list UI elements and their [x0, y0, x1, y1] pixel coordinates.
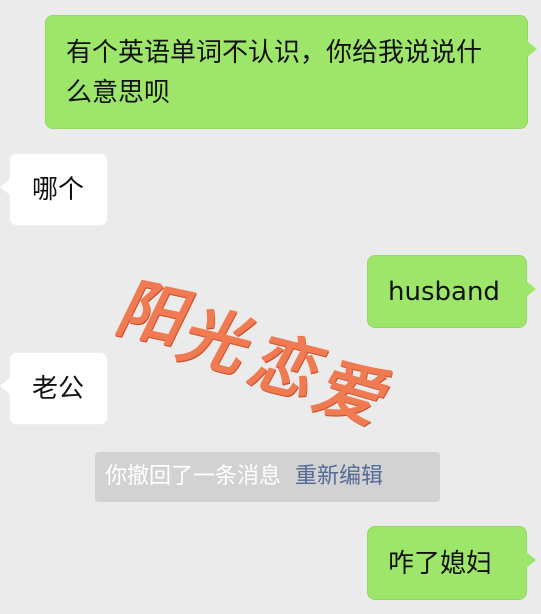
- recall-notice: 你撤回了一条消息 重新编辑: [95, 452, 440, 502]
- message-text: 老公: [32, 374, 85, 404]
- incoming-message-bubble[interactable]: 老公: [0, 352, 108, 425]
- outgoing-message-bubble[interactable]: 咋了媳妇: [367, 526, 536, 600]
- watermark-char: 阳: [109, 267, 191, 358]
- outgoing-message-bubble[interactable]: husband: [367, 255, 536, 328]
- re-edit-link[interactable]: 重新编辑: [295, 464, 383, 489]
- message-text: husband: [388, 277, 500, 307]
- watermark: 阳 光 恋 爱: [110, 255, 408, 439]
- message-text: 咋了媳妇: [388, 549, 493, 579]
- message-text: 哪个: [32, 175, 85, 205]
- watermark-char: 光: [170, 294, 254, 386]
- message-text: 有个英语单词不认识，你给我说说什么意思呗: [66, 38, 483, 108]
- watermark-char: 恋: [240, 320, 324, 412]
- incoming-message-bubble[interactable]: 哪个: [0, 153, 108, 226]
- recall-notice-text: 你撤回了一条消息: [105, 464, 282, 489]
- outgoing-message-bubble[interactable]: 有个英语单词不认识，你给我说说什么意思呗: [45, 15, 537, 129]
- watermark-char: 爱: [305, 345, 391, 439]
